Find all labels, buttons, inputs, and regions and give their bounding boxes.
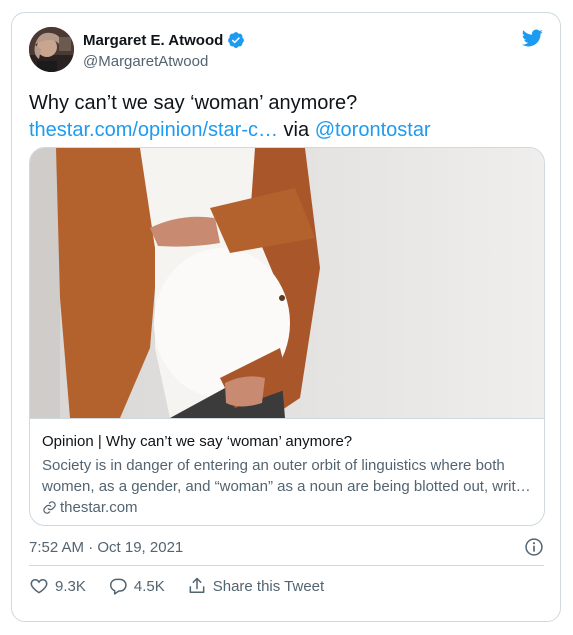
twitter-bird-icon[interactable]: [520, 27, 544, 49]
tweet-actions: 9.3K 4.5K Share this Tweet: [29, 575, 544, 597]
author-display-name[interactable]: Margaret E. Atwood: [83, 32, 223, 49]
share-label: Share this Tweet: [212, 577, 325, 595]
reply-icon: [109, 578, 127, 595]
tweet-via-text: via: [278, 119, 315, 141]
reply-count: 4.5K: [133, 577, 165, 595]
like-count: 9.3K: [55, 577, 86, 595]
reply-button[interactable]: 4.5K: [108, 576, 165, 596]
info-icon[interactable]: [524, 537, 544, 557]
card-image: [30, 148, 544, 418]
card-domain: thestar.com: [42, 499, 534, 516]
link-icon: [43, 501, 56, 514]
avatar[interactable]: [29, 27, 74, 72]
card-domain-text: thestar.com: [60, 499, 138, 516]
share-icon: [189, 577, 205, 593]
tweet-url-link[interactable]: thestar.com/opinion/star-c…: [29, 119, 278, 141]
pregnant-woman-photo: [30, 148, 544, 418]
author-handle[interactable]: @MargaretAtwood: [83, 53, 245, 70]
card-body: Opinion | Why can’t we say ‘woman’ anymo…: [30, 418, 544, 525]
tweet-text-body: Why can’t we say ‘woman’ anymore?: [29, 92, 358, 114]
link-preview-card[interactable]: Opinion | Why can’t we say ‘woman’ anymo…: [29, 147, 545, 526]
card-description: Society is in danger of entering an oute…: [42, 457, 531, 495]
verified-badge-icon: [228, 32, 245, 48]
mention-link[interactable]: @torontostar: [315, 119, 431, 141]
divider: [29, 565, 544, 566]
timestamp[interactable]: 7:52 AM · Oct 19, 2021: [29, 539, 183, 556]
tweet-header: Margaret E. Atwood @MargaretAtwood: [29, 27, 544, 77]
card-title: Opinion | Why can’t we say ‘woman’ anymo…: [42, 433, 353, 450]
share-button[interactable]: Share this Tweet: [187, 576, 324, 596]
tweet-meta: 7:52 AM · Oct 19, 2021: [29, 537, 544, 559]
heart-icon: [30, 578, 48, 594]
author-names: Margaret E. Atwood @MargaretAtwood: [83, 31, 245, 70]
avatar-photo: [29, 27, 74, 72]
like-button[interactable]: 9.3K: [29, 576, 86, 596]
tweet-embed: Margaret E. Atwood @MargaretAtwood Why c…: [11, 12, 561, 622]
tweet-text: Why can’t we say ‘woman’ anymore? thesta…: [29, 90, 544, 144]
